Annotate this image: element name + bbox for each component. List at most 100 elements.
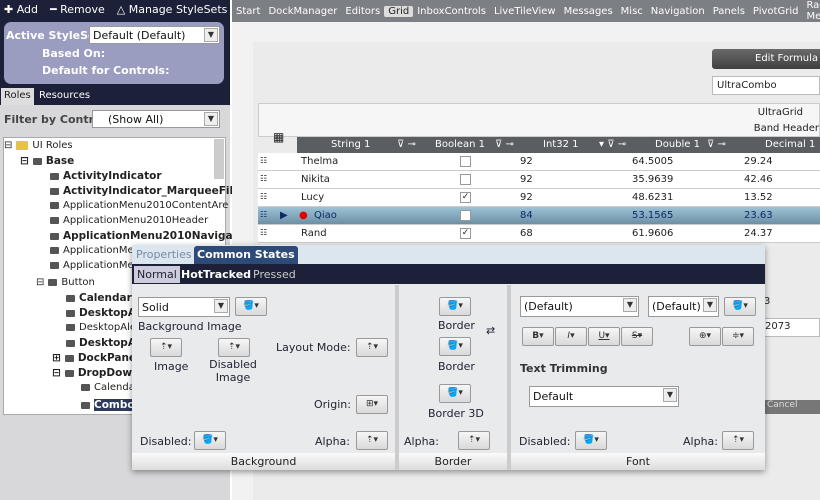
cell-double[interactable]: 48.6231 bbox=[632, 192, 673, 203]
vertical-align-button[interactable]: ≑▾ bbox=[722, 327, 754, 346]
side-value-2[interactable]: 2073 bbox=[762, 318, 820, 337]
horizontal-align-button[interactable]: ⊕▾ bbox=[689, 327, 721, 346]
underline-button[interactable]: U▾ bbox=[588, 327, 620, 346]
expand-toggle-icon[interactable]: ⊟ bbox=[4, 140, 12, 151]
tab-editors[interactable]: Editors bbox=[341, 6, 384, 17]
cell-checkbox[interactable]: ✓ bbox=[460, 192, 471, 203]
cell-int[interactable]: 92 bbox=[520, 192, 533, 203]
paint-bucket-icon[interactable]: 🪣▾ bbox=[439, 384, 471, 403]
expand-toggle-icon[interactable]: ⊟ bbox=[20, 155, 29, 167]
tree-item[interactable]: ApplicationMenu2010Navigation bbox=[50, 230, 256, 242]
cell-string[interactable]: Lucy bbox=[301, 192, 324, 203]
cell-decimal[interactable]: 42.46 bbox=[744, 174, 773, 185]
cell-int[interactable]: 68 bbox=[520, 228, 533, 239]
tree-item[interactable]: ApplicationMenu2010Header bbox=[50, 215, 208, 226]
active-styleset-select[interactable]: Default (Default) ▼ bbox=[89, 26, 220, 44]
tree-item[interactable]: ActivityIndicator_MarqueeFill bbox=[50, 185, 237, 197]
font-name-select[interactable]: (Default) ▼ bbox=[520, 296, 639, 317]
image-picker-button[interactable]: ⇡▾ bbox=[150, 338, 182, 357]
tab-resources[interactable]: Resources bbox=[36, 88, 93, 105]
tab-common-states[interactable]: Common States bbox=[194, 246, 298, 264]
cell-string[interactable]: Thelma bbox=[301, 156, 338, 167]
row-selector-icon[interactable]: ☷ bbox=[260, 192, 267, 201]
tab-properties[interactable]: Properties bbox=[136, 248, 192, 261]
text-trimming-select[interactable]: Default ▼ bbox=[529, 386, 679, 407]
cell-int[interactable]: 92 bbox=[520, 156, 533, 167]
tab-panels[interactable]: Panels bbox=[709, 6, 749, 17]
table-row[interactable]: ☷ Lucy ✓ 92 48.6231 13.52 bbox=[258, 189, 820, 207]
tab-livetileview[interactable]: LiveTileView bbox=[490, 6, 560, 17]
tree-item[interactable]: DesktopAl bbox=[66, 307, 140, 319]
tree-item[interactable]: Combo bbox=[81, 399, 135, 411]
table-row[interactable]: ☷ ▶ ● Qiao 84 53.1565 23.63 bbox=[258, 207, 820, 225]
tab-hottracked[interactable]: HotTracked bbox=[181, 268, 251, 281]
tree-scrollbar[interactable] bbox=[214, 139, 224, 179]
filter-icon[interactable]: ⊽ ⊸ bbox=[495, 139, 514, 150]
tab-misc[interactable]: Misc bbox=[617, 6, 647, 17]
cell-checkbox[interactable]: ✓ bbox=[460, 228, 471, 239]
column-header[interactable]: String 1 bbox=[331, 139, 370, 150]
cell-int[interactable]: 84 bbox=[520, 210, 533, 221]
paint-bucket-icon[interactable]: 🪣▾ bbox=[724, 297, 756, 316]
tree-item[interactable]: ApplicationMenu2010ContentAre bbox=[50, 200, 228, 211]
swap-icon[interactable]: ⇄ bbox=[486, 324, 495, 337]
row-selector-icon[interactable]: ☷ bbox=[260, 174, 267, 183]
font-size-select[interactable]: (Default) ▼ bbox=[648, 296, 719, 317]
tree-item[interactable]: ⊟ Base bbox=[20, 155, 74, 167]
cell-decimal[interactable]: 29.24 bbox=[744, 156, 773, 167]
tree-item[interactable]: DesktopAl bbox=[66, 337, 140, 349]
paint-bucket-icon[interactable]: 🪣▾ bbox=[439, 337, 471, 356]
expand-toggle-icon[interactable]: ⊟ bbox=[36, 277, 44, 288]
paint-bucket-icon[interactable]: 🪣▾ bbox=[439, 297, 471, 316]
alpha-button[interactable]: ⇡▾ bbox=[458, 431, 490, 450]
layout-mode-button[interactable]: ⇡▾ bbox=[356, 338, 388, 357]
tab-navigation[interactable]: Navigation bbox=[647, 6, 709, 17]
cell-double[interactable]: 64.5005 bbox=[632, 156, 673, 167]
tab-radial-menu[interactable]: Radial Menu bbox=[802, 0, 820, 22]
expand-toggle-icon[interactable]: ⊟ bbox=[52, 367, 61, 379]
column-header[interactable]: Double 1 bbox=[655, 139, 700, 150]
tree-item[interactable]: ⊞ DockPane bbox=[52, 352, 136, 364]
column-header[interactable]: Int32 1 bbox=[543, 139, 578, 150]
add-button[interactable]: ✚ Add bbox=[4, 3, 38, 16]
column-header[interactable]: Boolean 1 bbox=[435, 139, 485, 150]
filter-icon[interactable]: ⊽ ⊸ bbox=[707, 139, 726, 150]
tree-item[interactable]: DesktopAler bbox=[66, 322, 140, 333]
tree-item[interactable]: CalendarC bbox=[66, 292, 139, 304]
cell-double[interactable]: 35.9639 bbox=[632, 174, 673, 185]
tab-roles[interactable]: Roles bbox=[1, 88, 34, 105]
tree-item[interactable]: ⊟ UI Roles bbox=[4, 140, 73, 151]
paint-bucket-icon[interactable]: 🪣▾ bbox=[235, 297, 267, 316]
paint-bucket-icon[interactable]: 🪣▾ bbox=[194, 431, 226, 450]
grid-layout-icon[interactable]: ▦ bbox=[273, 130, 284, 144]
cell-string[interactable]: Rand bbox=[301, 228, 327, 239]
tab-messages[interactable]: Messages bbox=[560, 6, 617, 17]
column-header[interactable]: Decimal 1 bbox=[765, 139, 815, 150]
cell-decimal[interactable]: 23.63 bbox=[744, 210, 773, 221]
edit-formula-button[interactable]: Edit Formula bbox=[712, 49, 820, 69]
filter-icon[interactable]: ▾ ⊽ ⊸ bbox=[599, 139, 626, 150]
row-selector-icon[interactable]: ☷ bbox=[260, 210, 267, 219]
alpha-button[interactable]: ⇡▾ bbox=[356, 431, 388, 450]
tree-item[interactable]: Calenda bbox=[81, 382, 135, 393]
cell-checkbox[interactable] bbox=[460, 210, 471, 221]
tree-item[interactable]: ⊟ DropDown bbox=[52, 367, 140, 379]
cell-checkbox[interactable] bbox=[460, 174, 471, 185]
filter-icon[interactable]: ⊽ ⊸ bbox=[397, 139, 416, 150]
cell-double[interactable]: 53.1565 bbox=[632, 210, 673, 221]
cell-string[interactable]: Nikita bbox=[301, 174, 330, 185]
table-row[interactable]: ☷ Thelma 92 64.5005 29.24 bbox=[258, 153, 820, 171]
bold-button[interactable]: B▾ bbox=[522, 327, 554, 346]
fill-style-select[interactable]: Solid ▼ bbox=[138, 297, 230, 317]
expand-toggle-icon[interactable]: ⊞ bbox=[52, 352, 61, 364]
strikethrough-button[interactable]: S▾ bbox=[621, 327, 653, 346]
tab-pivotgrid[interactable]: PivotGrid bbox=[749, 6, 803, 17]
cell-decimal[interactable]: 13.52 bbox=[744, 192, 773, 203]
cell-decimal[interactable]: 24.37 bbox=[744, 228, 773, 239]
table-row[interactable]: ☷ Rand ✓ 68 61.9606 24.37 bbox=[258, 225, 820, 243]
manage-stylesets-button[interactable]: △ Manage StyleSets bbox=[117, 3, 228, 16]
row-selector-icon[interactable]: ☷ bbox=[260, 156, 267, 165]
tab-grid[interactable]: Grid bbox=[384, 5, 414, 17]
cell-string[interactable]: Qiao bbox=[314, 210, 337, 221]
cell-double[interactable]: 61.9606 bbox=[632, 228, 673, 239]
